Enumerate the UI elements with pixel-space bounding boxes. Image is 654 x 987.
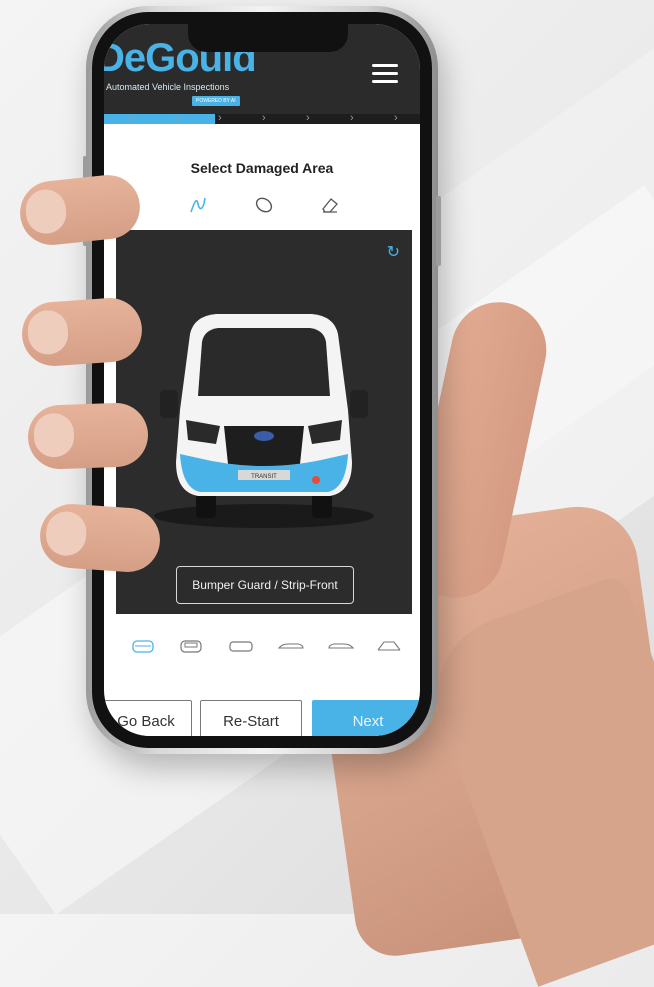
step-chevron-icon: › <box>306 112 310 124</box>
hand-finger <box>19 295 145 369</box>
hand-finger <box>26 401 150 471</box>
front-view-icon[interactable] <box>128 636 158 656</box>
phone-screen: DeGould Automated Vehicle Inspections PO… <box>104 24 420 736</box>
scratch-tool-icon[interactable] <box>182 190 214 220</box>
step-chevron-icon: › <box>130 112 134 124</box>
step-chevron-icon: › <box>174 112 178 124</box>
brand-tagline: Automated Vehicle Inspections <box>106 82 230 92</box>
progress-fill <box>104 114 215 124</box>
top-view-icon[interactable] <box>226 636 256 656</box>
hamburger-menu-icon[interactable] <box>372 64 398 86</box>
footer-actions: Go Back Re-Start Next <box>104 700 420 736</box>
vehicle-badge: TRANSIT <box>251 474 277 480</box>
view-selector <box>104 636 420 656</box>
hand-finger <box>37 501 163 575</box>
vehicle-image: TRANSIT <box>154 314 374 528</box>
phone: DeGould Automated Vehicle Inspections PO… <box>83 6 441 754</box>
camera-notch <box>188 24 348 52</box>
right-side-view-icon[interactable] <box>326 636 356 656</box>
step-chevron-icon: › <box>262 112 266 124</box>
eraser-tool-icon[interactable] <box>314 190 346 220</box>
underside-view-icon[interactable] <box>374 636 404 656</box>
powered-badge: POWERED BY AI <box>192 96 240 106</box>
selected-area-button[interactable]: Bumper Guard / Strip-Front <box>176 566 354 604</box>
power-button <box>436 196 441 266</box>
next-button[interactable]: Next <box>312 700 420 736</box>
phone-bezel: DeGould Automated Vehicle Inspections PO… <box>92 12 432 748</box>
step-chevron-icon: › <box>218 112 222 124</box>
section-title: Select Damaged Area <box>190 160 334 176</box>
damage-tools <box>104 190 420 220</box>
restart-button[interactable]: Re-Start <box>200 700 302 736</box>
step-chevron-icon: › <box>394 112 398 124</box>
go-back-button[interactable]: Go Back <box>104 700 192 736</box>
rear-view-icon[interactable] <box>176 636 206 656</box>
inspection-progress: › › › › › › › <box>104 112 420 124</box>
step-chevron-icon: › <box>350 112 354 124</box>
left-side-view-icon[interactable] <box>276 636 306 656</box>
dent-tool-icon[interactable] <box>248 190 280 220</box>
vehicle-viewer[interactable]: ↻ TRANSIT Bumper Guard / Strip-Front <box>116 230 412 614</box>
